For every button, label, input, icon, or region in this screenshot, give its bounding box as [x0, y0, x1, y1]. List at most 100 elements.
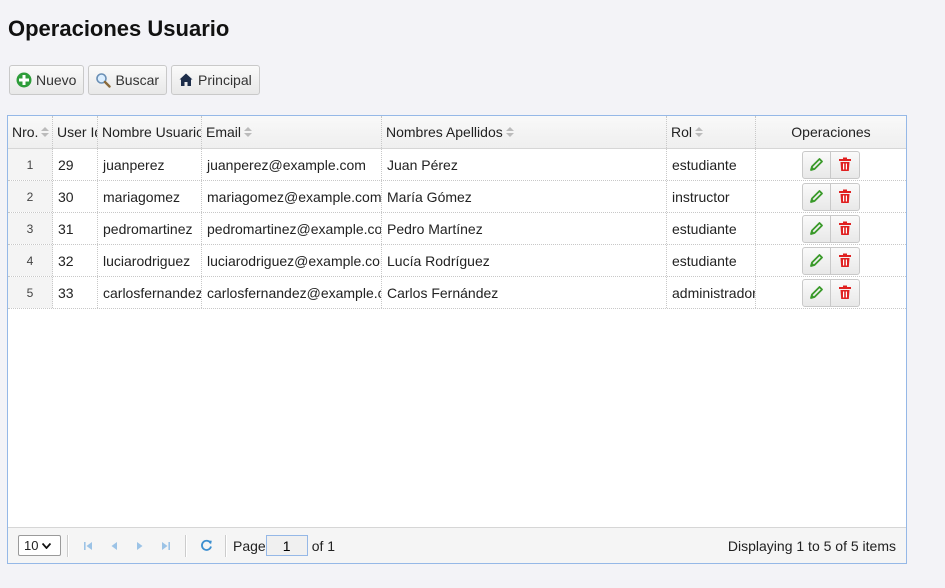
- trash-icon: [839, 157, 851, 171]
- chevron-down-icon: [42, 542, 52, 549]
- last-page-icon: [162, 541, 170, 550]
- pager-separator: [185, 534, 187, 557]
- edit-button[interactable]: [802, 214, 831, 243]
- users-datagrid: Nro. User Id Nombre Usuario Email Nombre…: [7, 115, 907, 564]
- sort-icon: [244, 127, 253, 137]
- pencil-icon: [810, 254, 823, 267]
- search-icon: [96, 73, 112, 88]
- home-icon: [179, 73, 193, 86]
- grid-header: Nro. User Id Nombre Usuario Email Nombre…: [8, 116, 906, 149]
- cell-operaciones: [756, 277, 906, 308]
- edit-button[interactable]: [802, 278, 831, 307]
- column-header-operaciones: Operaciones: [791, 124, 871, 140]
- table-row[interactable]: 4 32 luciarodriguez luciarodriguez@example.…: [8, 245, 906, 277]
- page-number-input[interactable]: [265, 535, 308, 556]
- column-header-nombres-apellidos[interactable]: Nombres Apellidos: [382, 116, 667, 148]
- delete-button[interactable]: [831, 278, 860, 307]
- cell-rol: instructor: [667, 181, 756, 212]
- cell-user-id: 33: [53, 277, 98, 308]
- trash-icon: [839, 221, 851, 235]
- pagination-bar: 10 Page of 1 Displaying 1 to 5 of 5 item…: [8, 527, 906, 563]
- next-page-icon: [137, 541, 143, 550]
- buscar-label: Buscar: [115, 72, 160, 88]
- cell-nombre-usuario: carlosfernandez: [98, 277, 202, 308]
- grid-body: 1 29 juanperez juanperez@example.com Juan Pé…: [8, 149, 906, 309]
- cell-operaciones: [756, 181, 906, 212]
- principal-button[interactable]: Principal: [171, 65, 260, 95]
- cell-operaciones: [756, 149, 906, 180]
- cell-nombre-usuario: juanperez: [98, 149, 202, 180]
- cell-rol: estudiante: [667, 245, 756, 276]
- edit-button[interactable]: [802, 246, 831, 275]
- delete-button[interactable]: [831, 150, 860, 179]
- table-row[interactable]: 5 33 carlosfernandez carlosfernandez@exampl…: [8, 277, 906, 309]
- cell-nombres-apellidos: Lucía Rodríguez: [382, 245, 667, 276]
- sort-icon: [695, 127, 704, 137]
- toolbar: Nuevo Buscar Principal: [9, 65, 260, 95]
- cell-nro: 4: [8, 245, 53, 276]
- add-icon: [16, 72, 32, 88]
- prev-page-icon: [111, 541, 117, 550]
- cell-email: juanperez@example.com: [202, 149, 382, 180]
- last-page-button[interactable]: [153, 534, 179, 558]
- column-header-nombre-usuario[interactable]: Nombre Usuario: [98, 116, 202, 148]
- cell-email: luciarodriguez@example.com: [202, 245, 382, 276]
- pencil-icon: [810, 190, 823, 203]
- table-row[interactable]: 2 30 mariagomez mariagomez@example.com María…: [8, 181, 906, 213]
- sort-icon: [505, 127, 514, 137]
- cell-nombre-usuario: mariagomez: [98, 181, 202, 212]
- cell-email: mariagomez@example.com: [202, 181, 382, 212]
- cell-nro: 1: [8, 149, 53, 180]
- refresh-icon: [200, 539, 212, 551]
- cell-nro: 5: [8, 277, 53, 308]
- cell-nombre-usuario: luciarodriguez: [98, 245, 202, 276]
- page-label: Page: [233, 537, 266, 554]
- cell-nombres-apellidos: Carlos Fernández: [382, 277, 667, 308]
- column-header-nro[interactable]: Nro.: [8, 116, 53, 148]
- prev-page-button[interactable]: [101, 534, 127, 558]
- pencil-icon: [810, 158, 823, 171]
- delete-button[interactable]: [831, 214, 860, 243]
- cell-nro: 3: [8, 213, 53, 244]
- cell-rol: estudiante: [667, 213, 756, 244]
- nuevo-label: Nuevo: [36, 72, 77, 88]
- sort-icon: [41, 127, 50, 137]
- pencil-icon: [810, 286, 823, 299]
- delete-button[interactable]: [831, 246, 860, 275]
- refresh-button[interactable]: [193, 534, 219, 558]
- cell-nro: 2: [8, 181, 53, 212]
- cell-operaciones: [756, 245, 906, 276]
- edit-button[interactable]: [802, 182, 831, 211]
- cell-email: pedromartinez@example.com: [202, 213, 382, 244]
- page-title: Operaciones Usuario: [8, 16, 230, 41]
- cell-nombres-apellidos: María Gómez: [382, 181, 667, 212]
- table-row[interactable]: 3 31 pedromartinez pedromartinez@example.co…: [8, 213, 906, 245]
- buscar-button[interactable]: Buscar: [88, 65, 168, 95]
- cell-user-id: 32: [53, 245, 98, 276]
- cell-user-id: 31: [53, 213, 98, 244]
- pager-separator: [67, 534, 69, 557]
- trash-icon: [839, 253, 851, 267]
- first-page-icon: [84, 541, 92, 550]
- cell-user-id: 30: [53, 181, 98, 212]
- cell-nombres-apellidos: Juan Pérez: [382, 149, 667, 180]
- edit-button[interactable]: [802, 150, 831, 179]
- table-row[interactable]: 1 29 juanperez juanperez@example.com Juan Pé…: [8, 149, 906, 181]
- column-header-email[interactable]: Email: [202, 116, 382, 148]
- principal-label: Principal: [198, 72, 252, 88]
- cell-rol: administrador: [667, 277, 756, 308]
- pagination-info: Displaying 1 to 5 of 5 items: [727, 537, 896, 554]
- page-size-select[interactable]: 10: [18, 535, 61, 556]
- page-total-label: of 1: [311, 537, 336, 554]
- pencil-icon: [810, 222, 823, 235]
- delete-button[interactable]: [831, 182, 860, 211]
- cell-email: carlosfernandez@example.com: [202, 277, 382, 308]
- cell-rol: estudiante: [667, 149, 756, 180]
- first-page-button[interactable]: [75, 534, 101, 558]
- nuevo-button[interactable]: Nuevo: [9, 65, 85, 95]
- cell-operaciones: [756, 213, 906, 244]
- cell-user-id: 29: [53, 149, 98, 180]
- next-page-button[interactable]: [127, 534, 153, 558]
- column-header-user-id[interactable]: User Id: [53, 116, 98, 148]
- column-header-rol[interactable]: Rol: [667, 116, 756, 148]
